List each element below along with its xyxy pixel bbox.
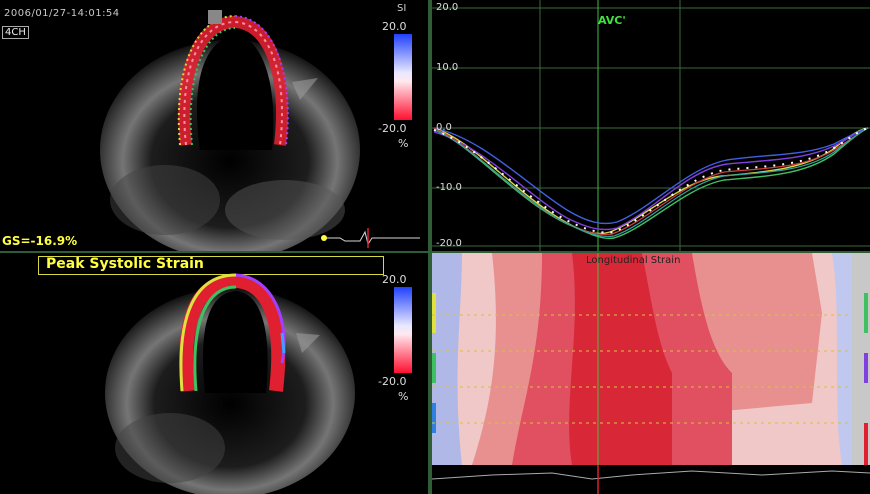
echo-image [100, 10, 420, 251]
peak-strain-image [105, 273, 412, 494]
longitudinal-strain-panel[interactable]: Longitudinal Strain [432, 253, 870, 494]
horizontal-divider [0, 251, 870, 253]
strain-curves-chart [432, 0, 870, 251]
view-label: 4CH [2, 26, 29, 39]
scale-unit-label: % [398, 390, 409, 403]
y-tick: 10.0 [436, 62, 459, 73]
echo-4ch-panel[interactable]: 2006/01/27-14:01:54 4CH SI 20.0 -20.0 % … [0, 0, 428, 251]
strain-curves-panel[interactable]: 20.0 10.0 0.0 -10.0 -20.0 AVC' [432, 0, 870, 251]
panel-title: Longitudinal Strain [586, 255, 681, 266]
scale-min-label: -20.0 [378, 122, 407, 135]
curve-purple [433, 127, 869, 231]
avc-marker-label: AVC' [598, 14, 626, 27]
curve-green [433, 127, 869, 240]
y-tick: 0.0 [436, 122, 452, 133]
y-tick: -20.0 [436, 238, 462, 249]
peak-systolic-panel[interactable]: Peak Systolic Strain 20.0 -20.0 % [0, 253, 428, 494]
scale-max-label: 20.0 [382, 20, 407, 33]
timestamp: 2006/01/27-14:01:54 [4, 8, 120, 19]
curve-average [433, 127, 869, 234]
scale-unit-label: % [398, 137, 409, 150]
vertical-divider [428, 0, 432, 494]
scale-max-label: 20.0 [382, 273, 407, 286]
scale-min-label: -20.0 [378, 375, 407, 388]
mode-label: SI [397, 3, 407, 14]
strain-color-map [432, 253, 870, 494]
y-tick: 20.0 [436, 2, 459, 13]
global-strain-value: GS=-16.9% [2, 234, 78, 248]
curve-cyan [433, 127, 869, 238]
y-tick: -10.0 [436, 182, 462, 193]
